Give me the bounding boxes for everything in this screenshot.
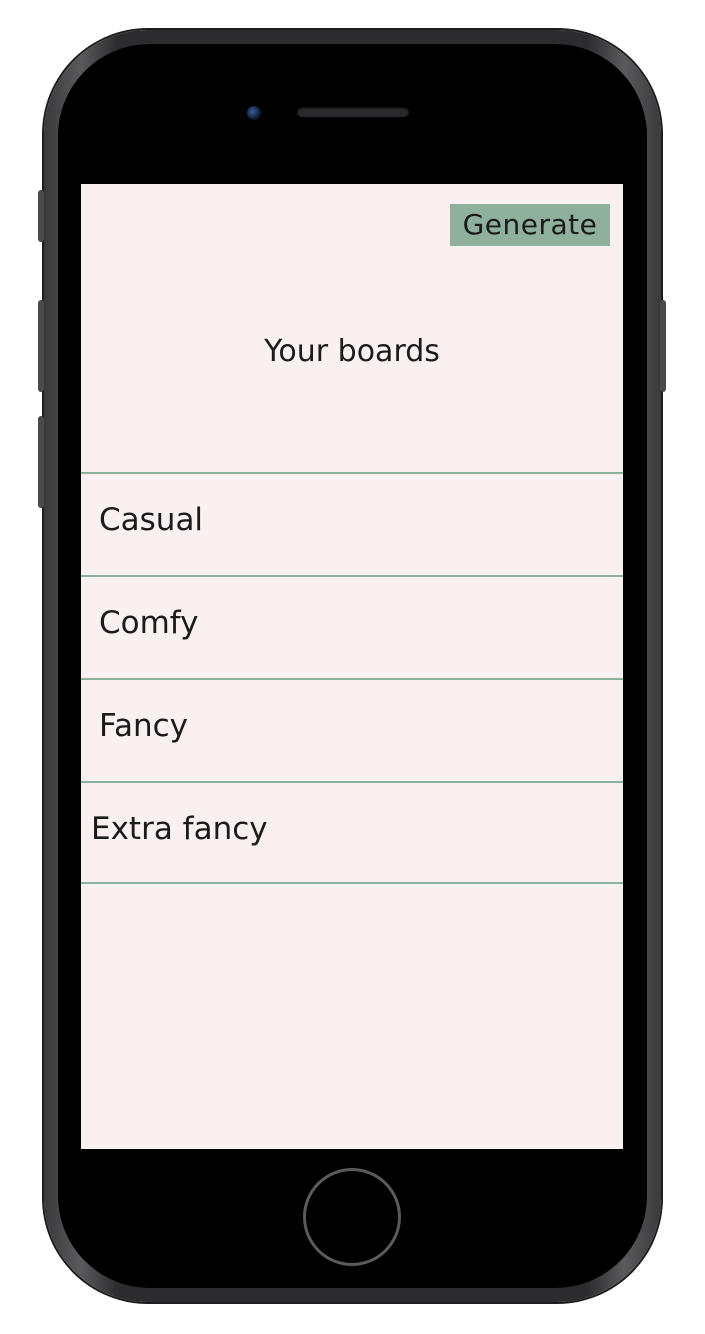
board-list: Casual Comfy Fancy Extra fancy: [81, 472, 623, 884]
volume-up-button: [38, 300, 44, 392]
board-item-label: Casual: [99, 502, 204, 538]
board-item-extra-fancy[interactable]: Extra fancy: [81, 781, 623, 884]
volume-down-button: [38, 416, 44, 508]
page-title: Your boards: [264, 334, 440, 369]
board-item-comfy[interactable]: Comfy: [81, 575, 623, 678]
board-item-casual[interactable]: Casual: [81, 472, 623, 575]
power-button: [660, 300, 666, 392]
board-item-label: Fancy: [99, 708, 189, 744]
mute-switch: [38, 190, 44, 242]
board-item-label: Extra fancy: [91, 811, 268, 847]
home-button[interactable]: [303, 1168, 401, 1266]
camera-icon: [247, 106, 261, 120]
app-screen: Generate Your boards Casual Comfy Fancy …: [81, 184, 623, 1149]
board-item-fancy[interactable]: Fancy: [81, 678, 623, 781]
generate-button[interactable]: Generate: [450, 204, 610, 246]
speaker-grille: [297, 107, 409, 117]
board-item-label: Comfy: [99, 605, 199, 641]
